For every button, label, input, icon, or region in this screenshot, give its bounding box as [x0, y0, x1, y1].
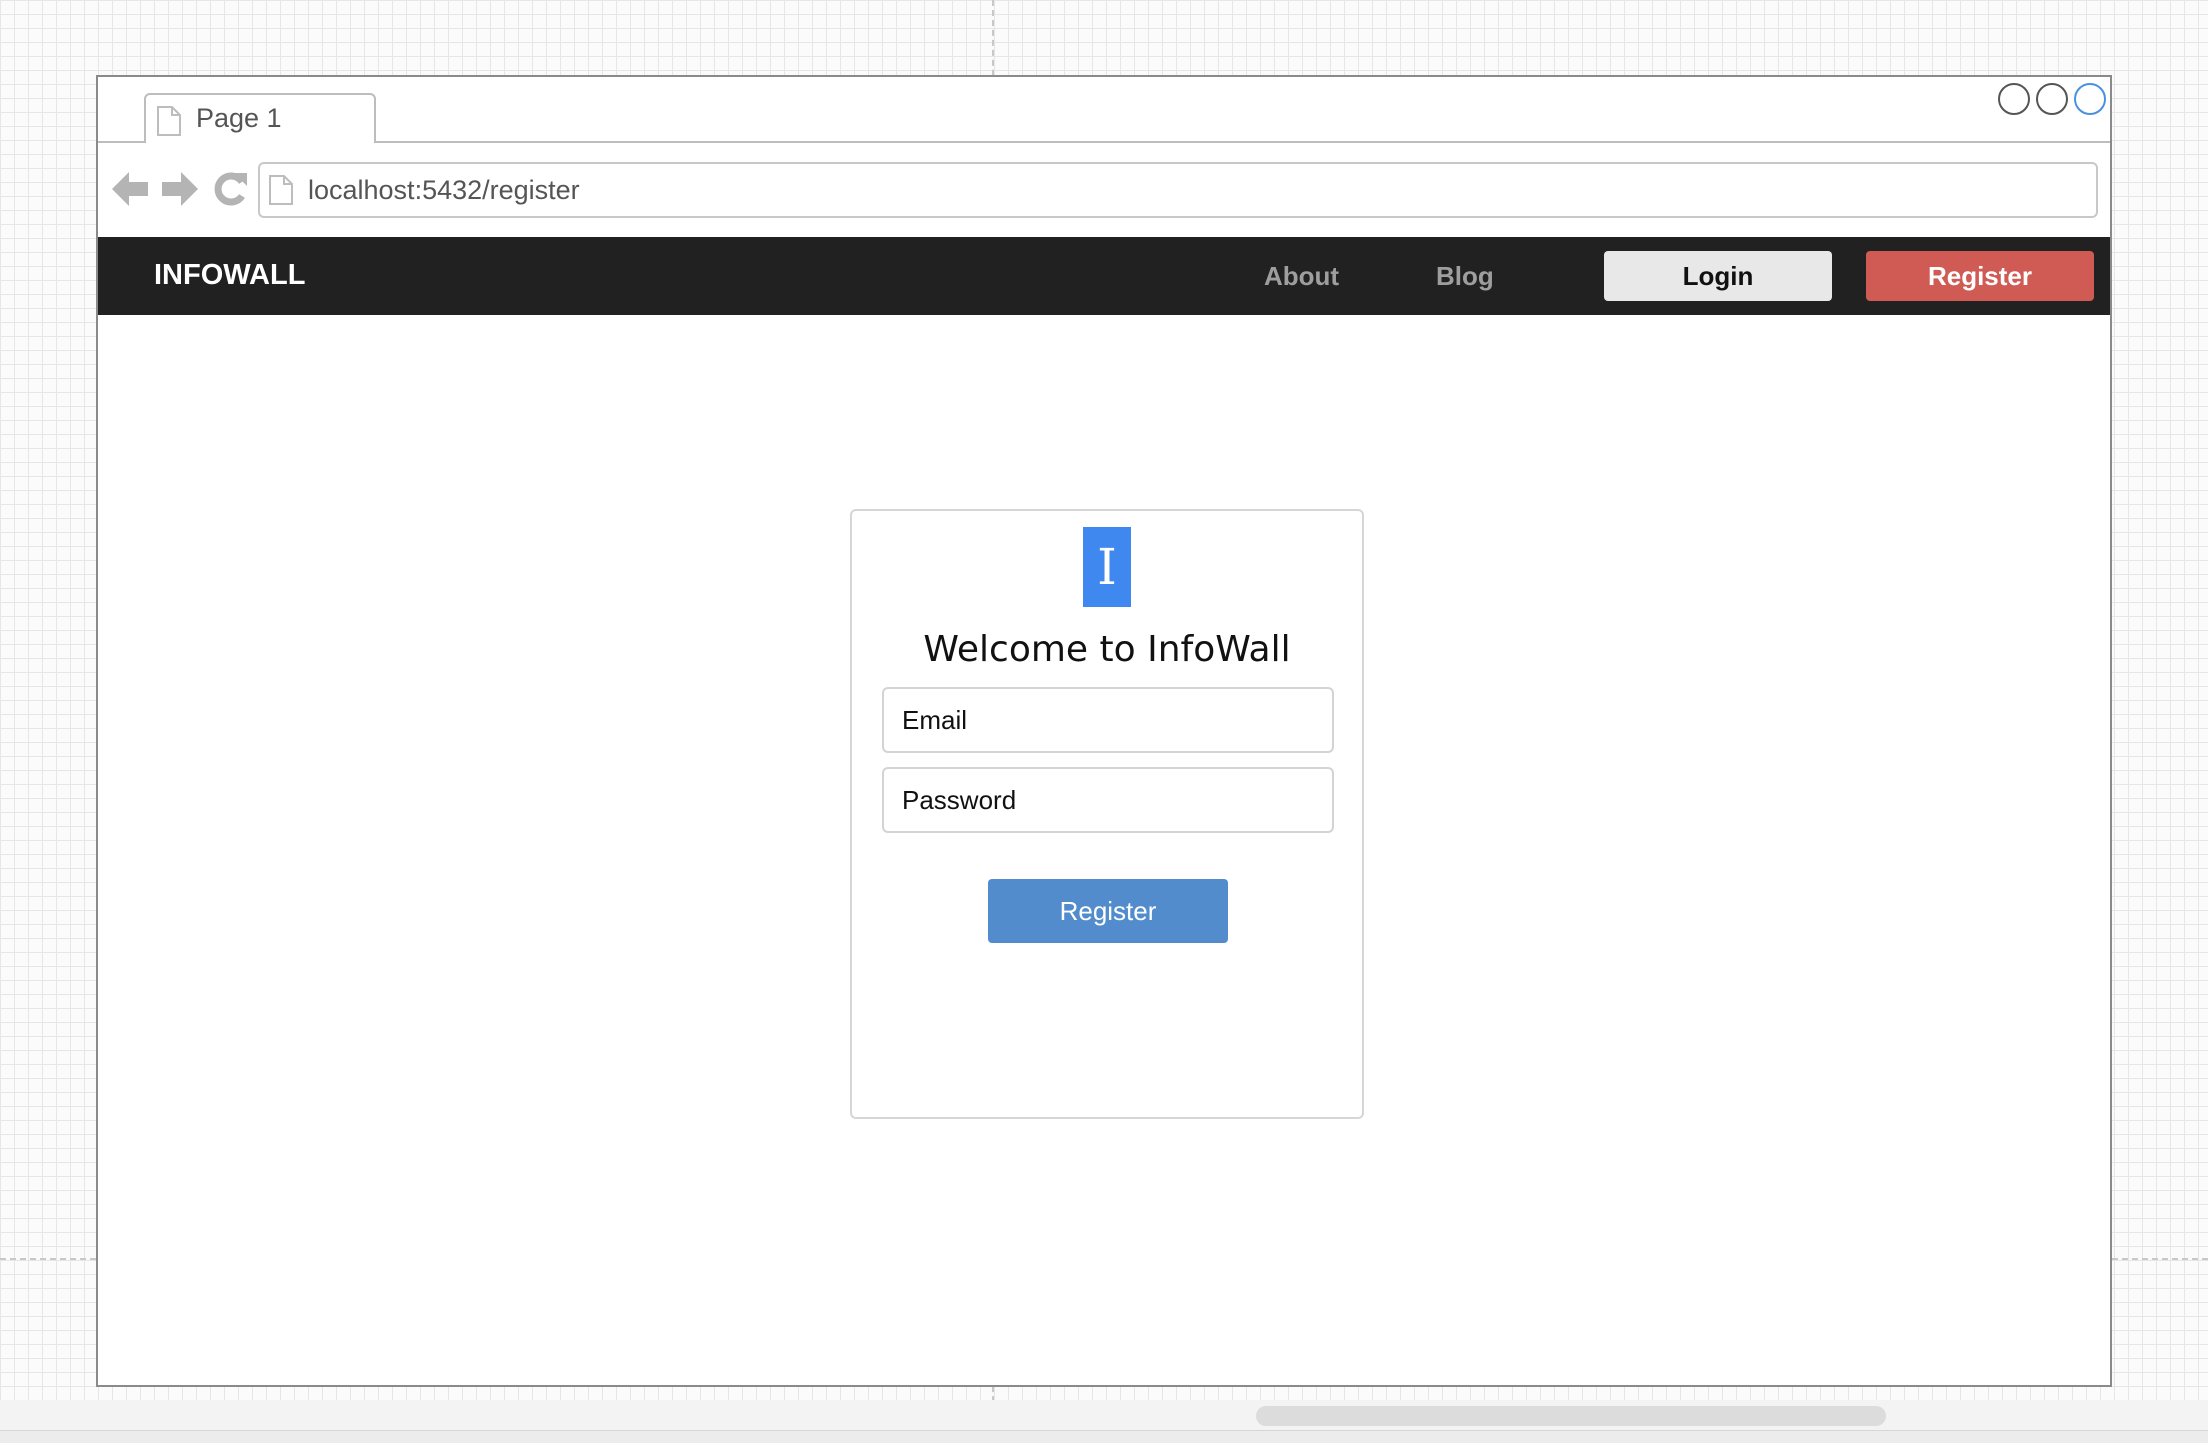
- browser-tab[interactable]: Page 1: [144, 93, 376, 145]
- browser-window: Page 1 localhost:5432/register INFOWALL …: [96, 75, 2112, 1387]
- nav-register-button[interactable]: Register: [1866, 251, 2094, 301]
- file-icon: [156, 105, 182, 142]
- window-controls: [1998, 83, 2106, 115]
- register-card: I Welcome to InfoWall Register: [850, 509, 1364, 1119]
- tab-label: Page 1: [196, 103, 282, 133]
- tab-bar: Page 1: [98, 77, 2110, 145]
- password-field[interactable]: [882, 767, 1334, 833]
- nav-link-about[interactable]: About: [1264, 261, 1339, 292]
- close-button[interactable]: [2074, 83, 2106, 115]
- forward-arrow-icon[interactable]: [162, 169, 198, 214]
- infowall-logo: I: [1083, 527, 1131, 607]
- horizontal-scrollbar-thumb[interactable]: [1256, 1406, 1886, 1426]
- site-navbar: INFOWALL About Blog Login Register: [98, 237, 2110, 315]
- url-bar[interactable]: localhost:5432/register: [258, 162, 2098, 218]
- address-row: localhost:5432/register: [98, 143, 2110, 235]
- register-submit-button[interactable]: Register: [988, 879, 1228, 943]
- nav-link-blog[interactable]: Blog: [1436, 261, 1494, 292]
- url-text: localhost:5432/register: [308, 175, 580, 205]
- login-button[interactable]: Login: [1604, 251, 1832, 301]
- email-field[interactable]: [882, 687, 1334, 753]
- maximize-button[interactable]: [2036, 83, 2068, 115]
- bottom-strip: [0, 1430, 2208, 1443]
- welcome-heading: Welcome to InfoWall: [923, 629, 1291, 670]
- back-arrow-icon[interactable]: [112, 169, 148, 214]
- refresh-icon[interactable]: [212, 169, 248, 214]
- minimize-button[interactable]: [1998, 83, 2030, 115]
- page-icon: [268, 174, 294, 211]
- brand-logo-text[interactable]: INFOWALL: [154, 259, 305, 292]
